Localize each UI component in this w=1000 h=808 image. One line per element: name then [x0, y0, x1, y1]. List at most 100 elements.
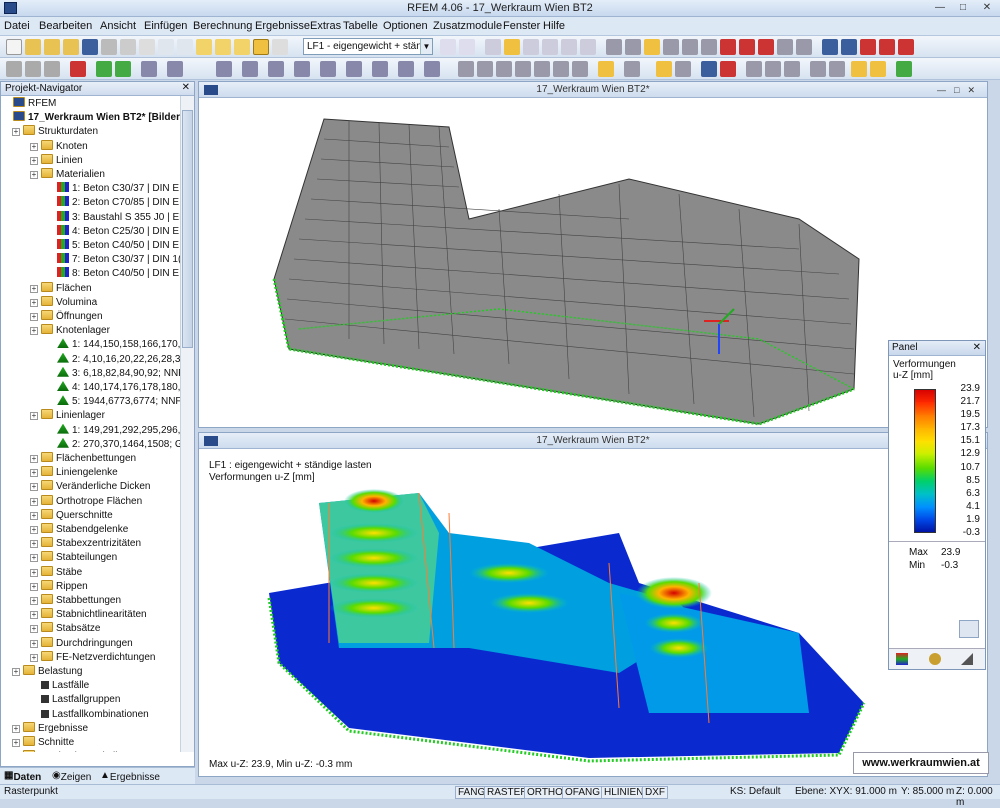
tree-item[interactable]: 5: Beton C40/50 | DIN E [57, 239, 179, 253]
expand-icon[interactable]: + [30, 142, 38, 151]
measure-icon[interactable] [675, 61, 691, 77]
folder-icon[interactable] [63, 39, 79, 55]
scrollbar-thumb[interactable] [182, 110, 193, 348]
tree-item[interactable]: + Stäbe [30, 565, 82, 580]
expand-icon[interactable]: + [30, 171, 38, 179]
arc-icon[interactable] [70, 61, 86, 77]
section-icon[interactable] [542, 39, 558, 55]
load-icon[interactable] [458, 61, 474, 77]
expand-icon[interactable]: + [30, 511, 38, 520]
show-results-icon[interactable] [504, 39, 520, 55]
menu-addons[interactable]: Zusatzmodule [433, 20, 502, 32]
pdf-icon[interactable] [860, 39, 876, 55]
tree-item[interactable]: + Durchdringungen [30, 636, 133, 651]
tree-item[interactable]: Lastfallgruppen [41, 693, 120, 707]
expand-icon[interactable]: + [30, 497, 38, 506]
open-folder-icon[interactable] [25, 39, 41, 55]
ortho-toggle[interactable]: ORTHO [524, 786, 566, 799]
tree-item[interactable]: 2: 270,370,1464,1508; G; [57, 437, 181, 452]
mesh-icon[interactable] [424, 61, 440, 77]
expand-icon[interactable]: + [30, 568, 38, 577]
tree-item[interactable]: + Flächen [30, 281, 92, 296]
tree-item[interactable]: + Stabsätze [30, 622, 100, 636]
camera-icon[interactable] [796, 39, 812, 55]
tree-item[interactable]: + Rippen [30, 579, 88, 594]
expand-icon[interactable]: + [30, 653, 38, 662]
division-icon[interactable] [320, 61, 336, 77]
expand-icon[interactable]: + [30, 582, 38, 591]
view-3d-icon[interactable] [644, 39, 660, 55]
menu-options[interactable]: Optionen [383, 20, 428, 32]
node-icon[interactable] [6, 61, 22, 77]
edit-icon[interactable] [196, 39, 212, 55]
expand-icon[interactable]: + [30, 284, 38, 293]
tree-item[interactable]: 1: 144,150,158,166,170,1 [57, 338, 181, 352]
tree-item[interactable]: Lastfallkombinationen [41, 708, 149, 722]
menu-insert[interactable]: Einfügen [144, 20, 187, 32]
colorscale-tab-icon[interactable] [896, 653, 908, 665]
line-load-icon[interactable] [496, 61, 512, 77]
wireframe-icon[interactable] [625, 39, 641, 55]
filter-tab-icon[interactable] [961, 653, 973, 665]
expand-icon[interactable]: + [30, 554, 38, 563]
print-graphic-icon[interactable] [120, 39, 136, 55]
member-icon[interactable] [141, 61, 157, 77]
expand-icon[interactable]: + [30, 412, 38, 421]
loadcase-select[interactable]: LF1 - eigengewicht + ständig ▼ [303, 38, 433, 55]
menu-calculate[interactable]: Berechnung [193, 20, 252, 32]
table-icon[interactable] [253, 39, 269, 55]
tree-item[interactable]: + Liniengelenke [30, 466, 118, 480]
tab-show[interactable]: ◉ Zeigen [52, 770, 91, 783]
deformation-contour-view[interactable] [199, 473, 889, 763]
tree-item[interactable]: + Stabexzentrizitäten [30, 537, 141, 551]
coord-icon[interactable] [720, 61, 736, 77]
comment-icon[interactable] [765, 61, 781, 77]
grid-icon[interactable] [272, 39, 288, 55]
rib-icon[interactable] [372, 61, 388, 77]
export-icon[interactable] [898, 39, 914, 55]
preview-icon[interactable] [139, 39, 155, 55]
expand-icon[interactable]: + [30, 540, 38, 549]
visibility-icon[interactable] [777, 39, 793, 55]
generate-icon[interactable] [598, 61, 614, 77]
solid-icon[interactable] [242, 61, 258, 77]
print-icon[interactable] [101, 39, 117, 55]
report-icon[interactable] [879, 39, 895, 55]
tree-item[interactable]: + Stabbettungen [30, 594, 121, 608]
surface-load-icon[interactable] [515, 61, 531, 77]
clipboard-icon[interactable] [234, 39, 250, 55]
tree-item[interactable]: 8: Beton C40/50 | DIN E [57, 267, 179, 281]
expand-icon[interactable]: + [30, 639, 38, 648]
tree-item[interactable]: + Knoten [30, 139, 88, 154]
view-z-icon[interactable] [701, 39, 717, 55]
open-project-icon[interactable] [44, 39, 60, 55]
menu-window[interactable]: Fenster [503, 20, 540, 32]
menu-table[interactable]: Tabelle [343, 20, 378, 32]
axes-icon[interactable] [701, 61, 717, 77]
dxf-toggle[interactable]: DXF [642, 786, 668, 799]
set-icon[interactable] [346, 61, 362, 77]
view-y-icon[interactable] [682, 39, 698, 55]
expand-icon[interactable]: + [30, 313, 38, 321]
new-file-icon[interactable] [6, 39, 22, 55]
window-icon[interactable] [822, 39, 838, 55]
zoom-icon[interactable] [720, 39, 736, 55]
tree-item[interactable]: + Querschnitte [30, 508, 113, 523]
menu-extras[interactable]: Extras [310, 20, 341, 32]
tree-item[interactable]: Lastfälle [41, 679, 89, 693]
chevron-down-icon[interactable]: ▼ [420, 39, 432, 54]
maximize-button[interactable]: □ [952, 1, 974, 14]
dimension-icon[interactable] [746, 61, 762, 77]
raster-icon[interactable] [810, 61, 826, 77]
model-3d-view[interactable] [199, 99, 987, 428]
expand-icon[interactable]: + [30, 455, 38, 463]
expand-icon[interactable]: + [30, 469, 38, 478]
plane-icon[interactable] [829, 61, 845, 77]
pan-icon[interactable] [739, 39, 755, 55]
results-icon[interactable] [485, 39, 501, 55]
tree-item[interactable]: + FE-Netzverdichtungen [30, 650, 156, 665]
expand-icon[interactable]: + [30, 611, 38, 620]
tree-item[interactable]: + Orthotrope Flächen [30, 494, 142, 509]
panel-settings-button[interactable] [959, 620, 979, 638]
surface-icon[interactable] [167, 61, 183, 77]
